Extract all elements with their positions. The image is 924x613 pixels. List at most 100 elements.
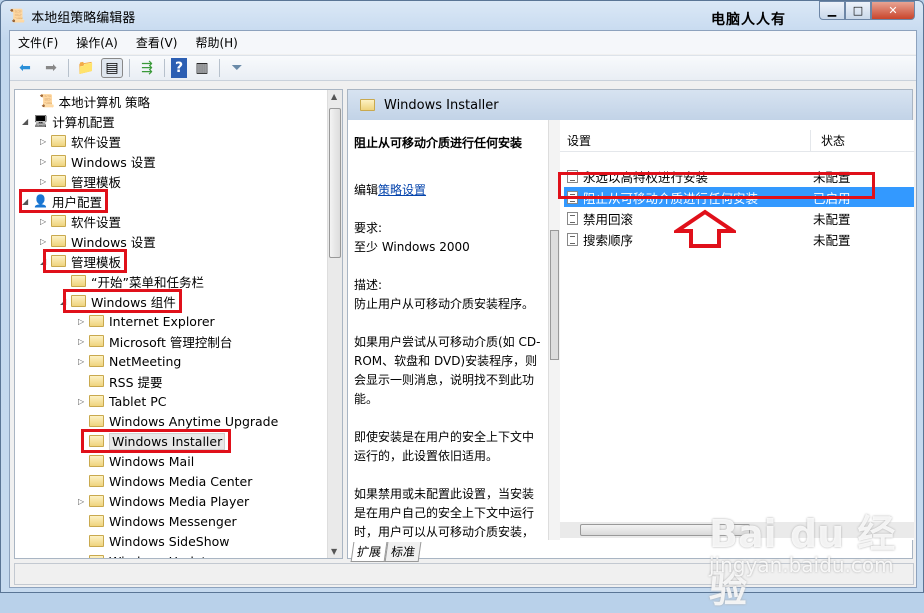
collapsed-arrow-icon[interactable]: ▷ [78,317,86,326]
annotation-box [81,429,231,453]
tree-item-label: 软件设置 [71,134,122,150]
collapsed-arrow-icon[interactable]: ▷ [40,217,48,226]
desc-value: 防止用户从可移动介质安装程序。 [354,297,535,311]
description-panel: 阻止从可移动介质进行任何安装 编辑策略设置 要求: 至少 Windows 2000… [348,120,548,540]
column-setting[interactable]: 设置 [560,132,810,149]
toolbar-separator [129,59,130,77]
policy-app-icon: 📜 [9,8,26,24]
collapsed-arrow-icon[interactable]: ▷ [40,177,48,186]
tab-extended[interactable]: 扩展 [350,542,388,562]
app-window: 📜 本地组策略编辑器 电脑人人有 ▁ □ ✕ 文件(F) 操作(A) 查看(V)… [0,0,924,611]
tree-item-label: Windows Media Center [109,473,253,489]
menu-file[interactable]: 文件(F) [18,34,58,51]
tree-item[interactable]: ▷ Windows 设置 [40,151,156,171]
tree-item[interactable]: Windows Update [89,551,214,558]
tree-item-label: Windows Mail [109,453,195,469]
tab-standard[interactable]: 标准 [384,542,422,562]
policy-row[interactable]: 搜索顺序 未配置 [564,229,914,249]
view-tabs: 扩展 标准 [350,542,422,562]
tree-item-label: 软件设置 [71,214,122,230]
tree-item-label: Tablet PC [109,393,167,409]
tree-item[interactable]: RSS 提要 [89,371,163,391]
maximize-button[interactable]: □ [845,1,871,20]
policy-icon: 📜 [39,93,55,108]
tree-item[interactable]: ◢ 🖥 计算机配置 [22,111,115,131]
menu-action[interactable]: 操作(A) [76,34,118,51]
tree-item[interactable]: ▷ Internet Explorer [78,311,215,331]
tree-item[interactable]: Windows SideShow [89,531,230,551]
menu-help[interactable]: 帮助(H) [195,34,237,51]
toolbar-separator [68,59,69,77]
back-icon[interactable]: ⬅ [14,58,36,78]
tree-item[interactable]: ▷ 管理模板 [40,171,122,191]
folder-icon [51,235,66,247]
folder-icon [89,455,104,467]
folder-icon [89,335,104,347]
tree-item[interactable]: Windows Media Center [89,471,252,491]
tree-item[interactable]: ▷ Microsoft 管理控制台 [78,331,232,351]
close-button[interactable]: ✕ [871,1,915,20]
edit-policy-link[interactable]: 策略设置 [378,183,426,197]
desc-paragraph: 即使安装是在用户的安全上下文中运行的，此设置依旧适用。 [354,430,535,463]
folder-icon [51,175,66,187]
policy-state: 未配置 [813,211,851,227]
collapsed-arrow-icon[interactable]: ▷ [78,337,86,346]
folder-icon [89,475,104,487]
annotation-box [43,249,127,273]
policy-row[interactable]: 禁用回滚 未配置 [564,208,914,228]
collapsed-arrow-icon[interactable]: ▷ [78,497,86,506]
tree-item[interactable]: Windows Anytime Upgrade [89,411,278,431]
forward-icon[interactable]: ➡ [40,58,62,78]
minimize-button[interactable]: ▁ [819,1,845,20]
watermark-text: 电脑人人有 [711,12,786,28]
collapsed-arrow-icon[interactable]: ▷ [78,397,86,406]
folder-icon [71,275,86,287]
tree-item[interactable]: “开始”菜单和任务栏 [71,271,204,291]
tree-item[interactable]: ▷ Windows Media Player [78,491,250,511]
tree-item[interactable]: 📜 本地计算机 策略 [39,91,150,111]
collapsed-arrow-icon[interactable]: ▷ [78,357,86,366]
menu-view[interactable]: 查看(V) [136,34,178,51]
edit-prefix: 编辑 [354,183,379,197]
filter-icon[interactable]: ⏷ [226,58,248,78]
computer-icon: 🖥 [33,114,49,128]
help-icon[interactable]: ? [171,58,187,78]
annotation-box [19,189,108,213]
tree-item[interactable]: ▷ Windows 设置 [40,231,156,251]
policy-title: 阻止从可移动介质进行任何安装 [354,136,523,150]
tree-item-label: “开始”菜单和任务栏 [91,274,204,290]
show-action-pane-icon[interactable]: ▥ [191,58,213,78]
collapsed-arrow-icon[interactable]: ▷ [40,137,48,146]
tree-item[interactable]: Windows Mail [89,451,194,471]
tree-item[interactable]: Windows Messenger [89,511,237,531]
tree-item-label: Windows Messenger [109,513,237,529]
folder-icon [89,535,104,547]
folder-icon [89,395,104,407]
tree-item[interactable]: ▷ 软件设置 [40,211,122,231]
folder-icon [51,155,66,167]
toolbar-separator [219,59,220,77]
tree-item[interactable]: ▷ Tablet PC [78,391,167,411]
description: 描述: 防止用户从可移动介质安装程序。 [354,276,542,314]
annotation-up-arrow-icon [674,209,736,248]
policy-state: 未配置 [813,232,851,248]
tree-item[interactable]: ▷ 软件设置 [40,131,122,151]
up-folder-icon[interactable]: 📁 [75,58,97,78]
title-bar: 📜 本地组策略编辑器 [9,7,135,26]
show-hide-tree-icon[interactable]: ▤ [101,58,123,78]
column-state[interactable]: 状态 [810,129,890,152]
tree-scrollbar[interactable]: ▲ ▼ [327,90,342,558]
collapsed-arrow-icon[interactable]: ▷ [40,157,48,166]
export-list-icon[interactable]: ⇶ [136,58,158,78]
folder-icon [89,315,104,327]
tree-item-label: 本地计算机 策略 [58,94,151,110]
tree-item-label: 计算机配置 [52,114,115,130]
tree-item-label: 管理模板 [71,174,122,190]
edit-line: 编辑策略设置 [354,181,542,200]
expanded-arrow-icon[interactable]: ◢ [22,117,30,126]
tree-item-label: Windows Media Player [109,493,250,509]
collapsed-arrow-icon[interactable]: ▷ [40,237,48,246]
folder-icon [89,415,104,427]
tree-item-label: Windows SideShow [109,533,230,549]
tree-item[interactable]: ▷ NetMeeting [78,351,181,371]
